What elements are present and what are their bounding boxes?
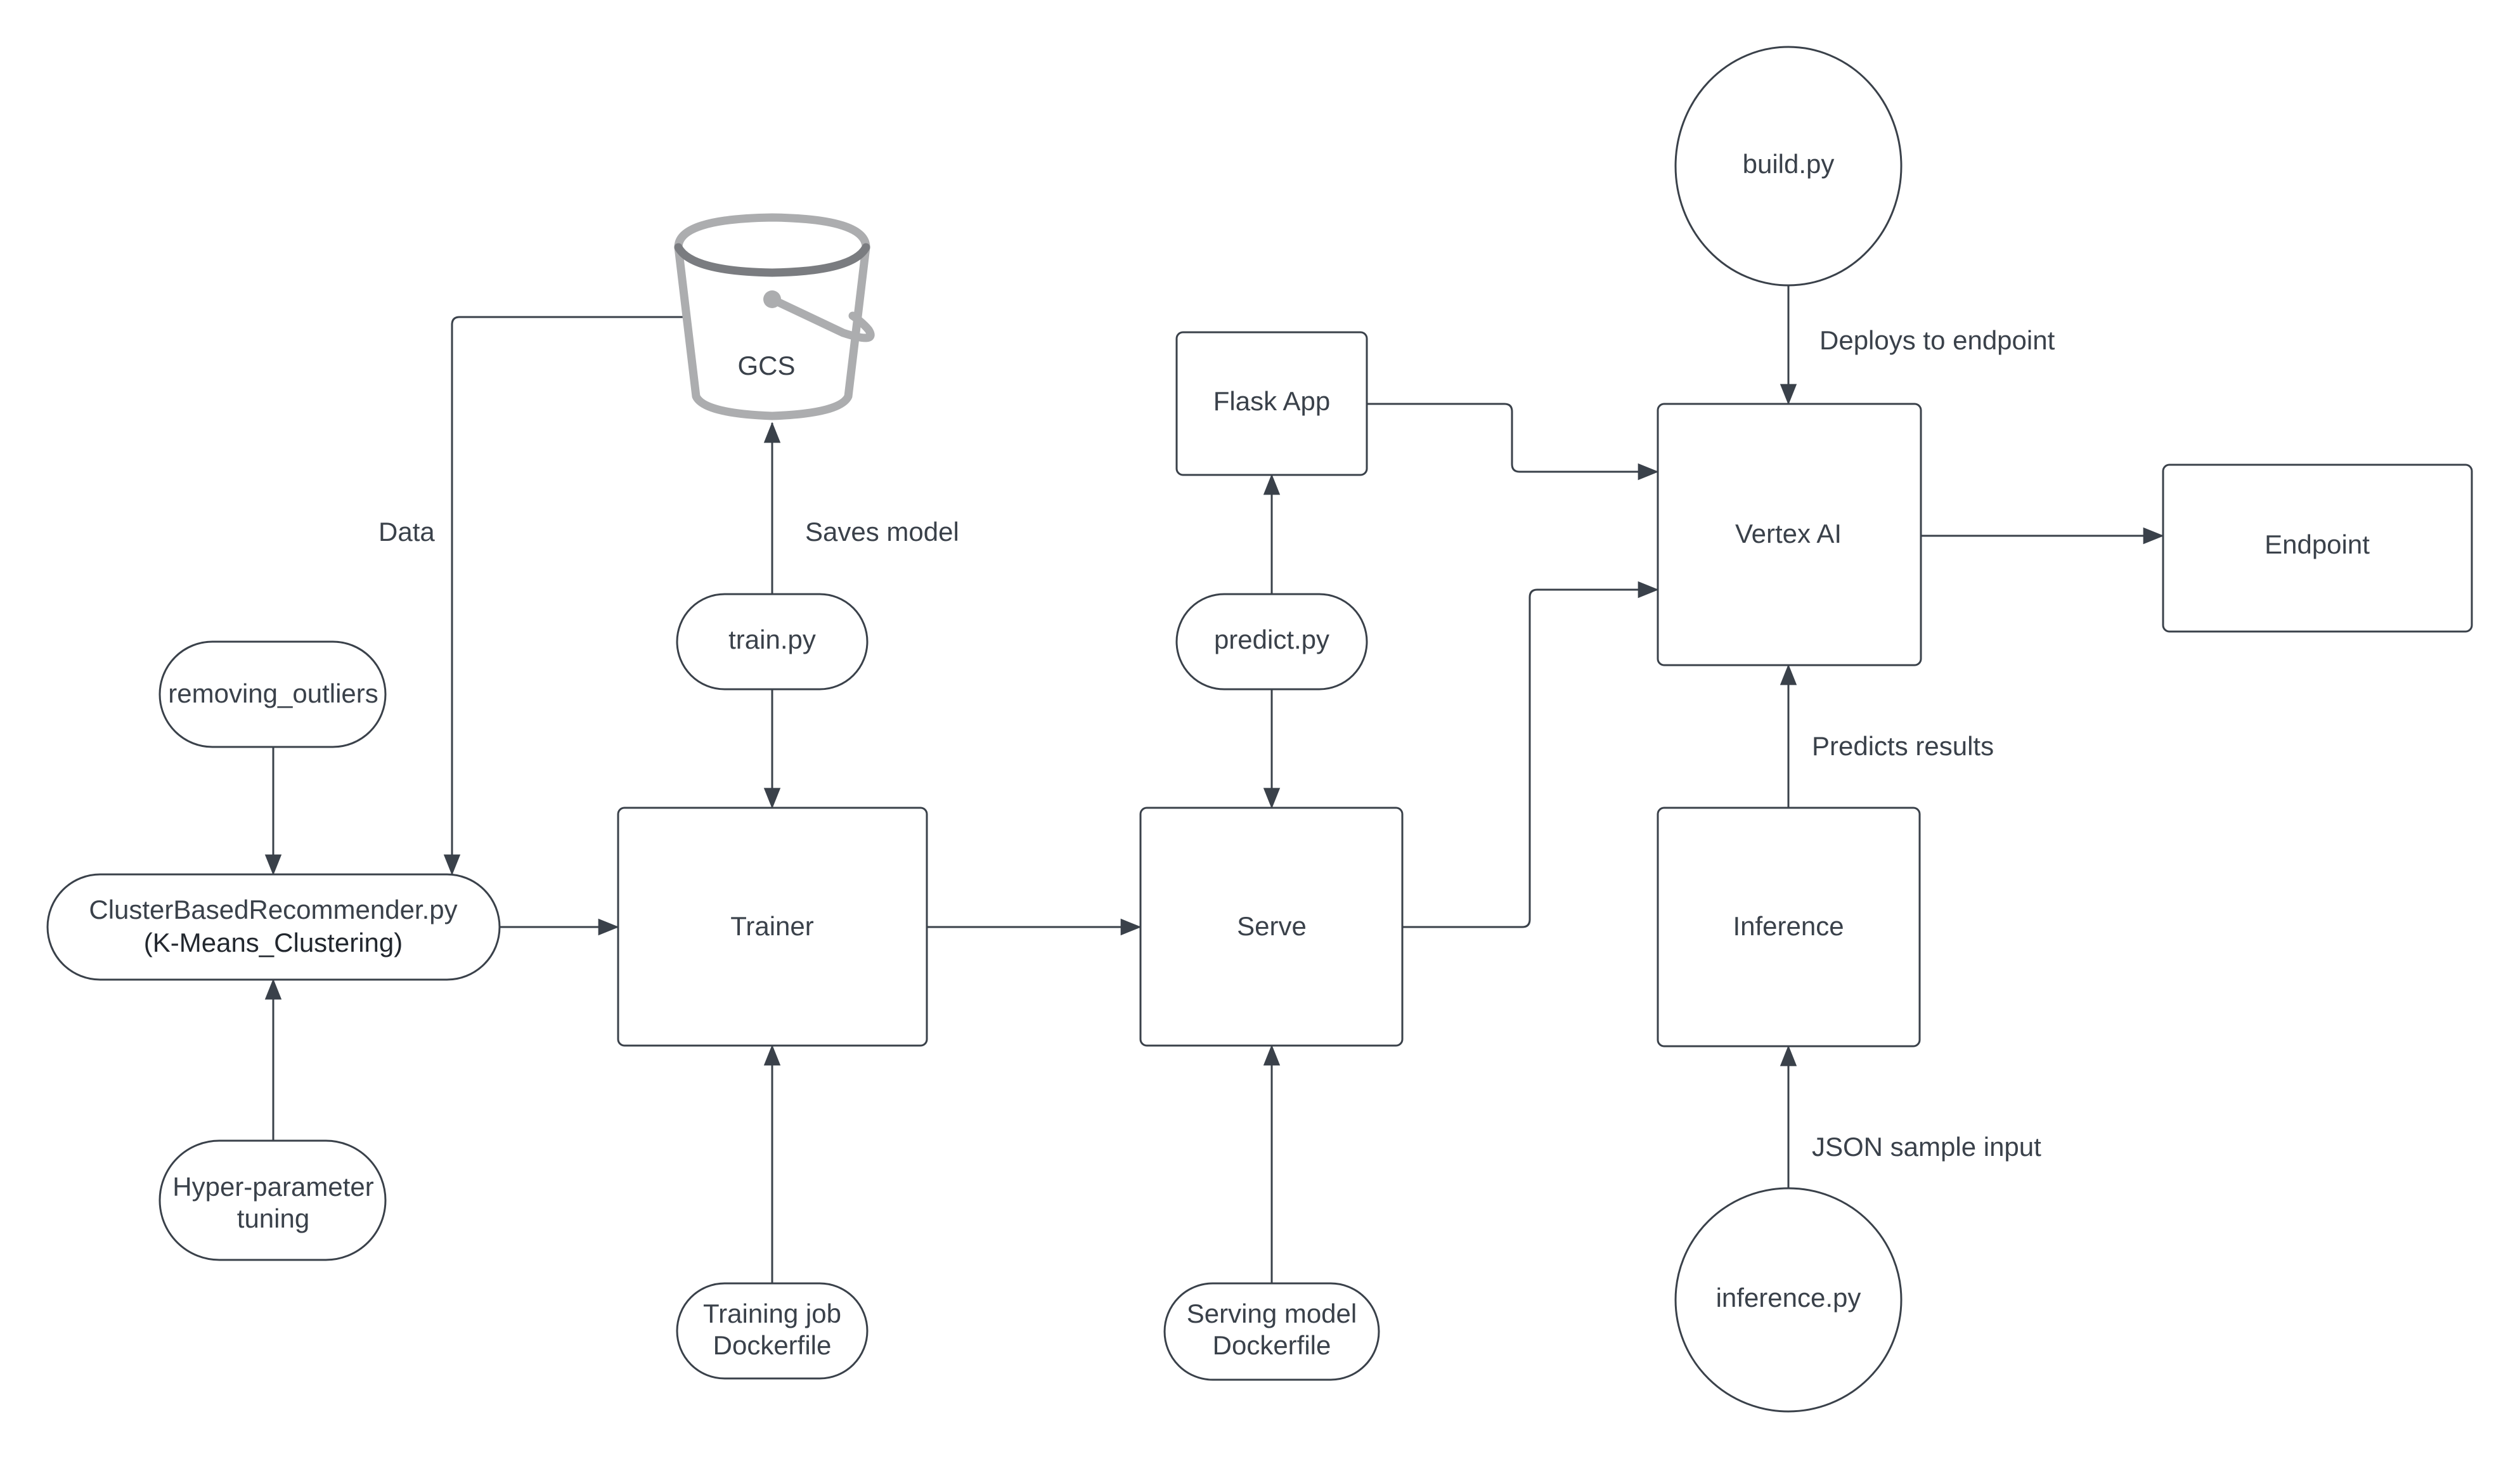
node-label-line1: ClusterBasedRecommender.py: [89, 895, 457, 924]
node-label-line1: Training job: [703, 1299, 841, 1328]
node-label-line2: (K-Means_Clustering): [144, 928, 403, 957]
node-label: Trainer: [730, 911, 813, 941]
edge-gcs-to-cluster: [443, 316, 688, 876]
node-label-line1: Hyper-parameter: [172, 1172, 373, 1202]
node-label: inference.py: [1716, 1283, 1861, 1313]
node-training-job-dockerfile[interactable]: Training job Dockerfile: [676, 1282, 869, 1380]
edge-label-predicts-results: Predicts results: [1812, 731, 1994, 761]
edge-serve-to-vertex: [1402, 581, 1659, 928]
architecture-diagram: Data Saves model Deploys to endpoint Pre…: [46, 46, 2473, 1413]
edge-label-data: Data: [378, 517, 435, 547]
node-gcs[interactable]: GCS: [674, 213, 875, 420]
node-vertex-ai[interactable]: Vertex AI: [1657, 403, 1922, 666]
node-label: Serve: [1237, 911, 1307, 941]
node-inference[interactable]: Inference: [1657, 807, 1921, 1047]
edge-flask-to-vertex: [1367, 403, 1659, 481]
storage-bucket-icon: [674, 213, 875, 420]
node-predict-py[interactable]: predict.py: [1175, 593, 1368, 691]
node-label: Inference: [1733, 911, 1844, 941]
node-label: Flask App: [1213, 386, 1330, 416]
node-train-py[interactable]: train.py: [676, 593, 869, 691]
node-inference-py[interactable]: inference.py: [1674, 1187, 1903, 1413]
node-label-line1: Serving model: [1187, 1299, 1357, 1328]
node-label: train.py: [728, 625, 816, 654]
node-trainer[interactable]: Trainer: [617, 807, 928, 1047]
node-cluster-based-recommender[interactable]: ClusterBasedRecommender.py (K-Means_Clus…: [46, 873, 501, 981]
node-label: Endpoint: [2265, 529, 2370, 559]
node-label: GCS: [737, 351, 795, 380]
node-label-line2: tuning: [237, 1203, 309, 1233]
node-flask-app[interactable]: Flask App: [1175, 331, 1368, 476]
node-label: predict.py: [1214, 625, 1329, 654]
node-serving-model-dockerfile[interactable]: Serving model Dockerfile: [1163, 1282, 1380, 1381]
edge-label-json-sample-input: JSON sample input: [1812, 1132, 2041, 1162]
node-endpoint[interactable]: Endpoint: [2162, 464, 2473, 633]
edge-label-saves-model: Saves model: [805, 517, 959, 547]
pill-shape: [46, 873, 501, 981]
node-label: Vertex AI: [1735, 519, 1842, 548]
node-serve[interactable]: Serve: [1139, 807, 1404, 1047]
node-removing-outliers[interactable]: removing_outliers: [158, 640, 387, 748]
node-label: removing_outliers: [168, 678, 378, 708]
node-hyperparameter-tuning[interactable]: Hyper-parameter tuning: [158, 1139, 387, 1261]
edge-label-deploys-to-endpoint: Deploys to endpoint: [1819, 325, 2055, 355]
node-label-line2: Dockerfile: [713, 1330, 832, 1360]
node-build-py[interactable]: build.py: [1674, 46, 1903, 287]
node-label-line2: Dockerfile: [1213, 1330, 1331, 1360]
node-label: build.py: [1743, 149, 1835, 179]
